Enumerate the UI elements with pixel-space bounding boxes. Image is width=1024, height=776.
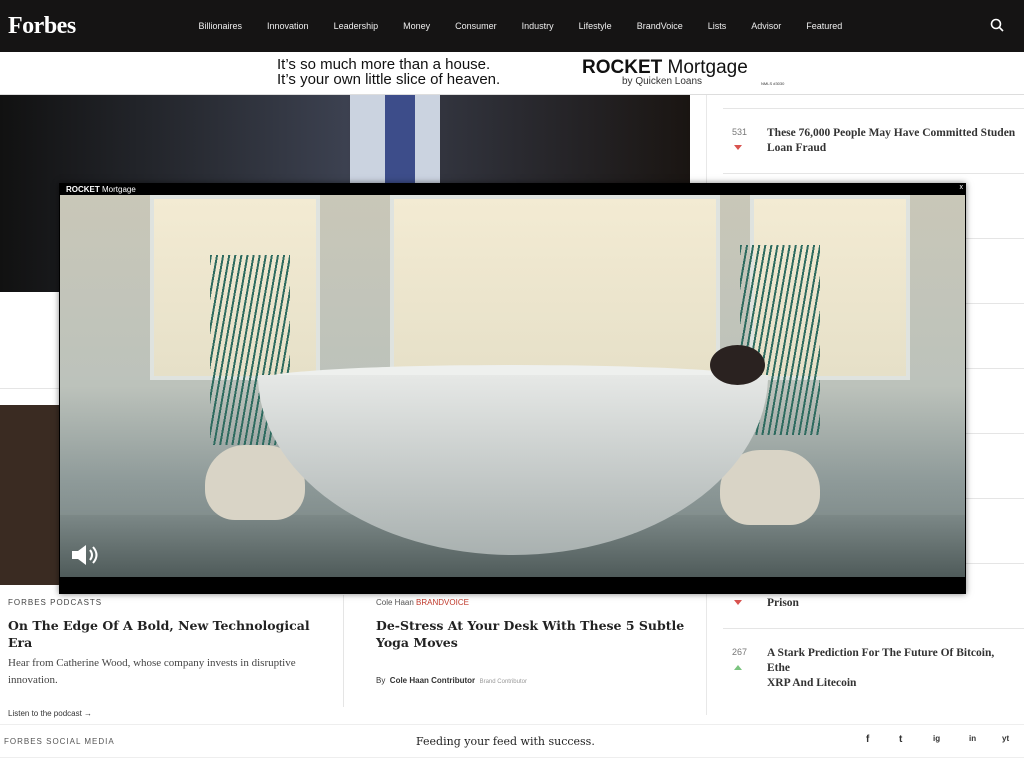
nav-link-lists[interactable]: Lists (695, 21, 739, 31)
author-role: Brand Contributor (479, 679, 527, 685)
card-title[interactable]: De-Stress At Your Desk With These 5 Subt… (376, 617, 686, 651)
card-title[interactable]: On The Edge Of A Bold, New Technological… (8, 617, 328, 651)
ad-banner[interactable]: It’s so much more than a house. It’s your… (0, 52, 1024, 95)
footer-kicker: FORBES SOCIAL MEDIA (4, 737, 115, 746)
video-ad-overlay[interactable]: ROCKET Mortgage x (59, 183, 966, 594)
nav-link-featured[interactable]: Featured (794, 21, 855, 31)
footer-social: FORBES SOCIAL MEDIA Feeding your feed wi… (0, 724, 1024, 758)
footer-tagline: Feeding your feed with success. (416, 735, 595, 748)
nav-links: Billionaires Innovation Leadership Money Con… (186, 21, 855, 31)
nav-link-billionaires[interactable]: Billionaires (186, 21, 255, 31)
instagram-icon[interactable]: ig (933, 734, 940, 743)
twitter-icon[interactable]: t (899, 734, 902, 745)
trending-item[interactable]: 267 A Stark Prediction For The Future Of … (723, 628, 1024, 693)
card-kicker: FORBES PODCASTS (8, 598, 103, 607)
card-podcast[interactable]: FORBES PODCASTS On The Edge Of A Bold, N… (8, 598, 328, 718)
ad-line-2: It’s your own little slice of heaven. (277, 71, 501, 88)
forbes-logo[interactable]: Forbes (8, 13, 186, 40)
ad-line-1: It’s so much more than a house. (277, 56, 491, 73)
close-icon[interactable]: x (960, 184, 964, 191)
listen-podcast-link[interactable]: Listen to the podcast → (8, 709, 328, 718)
top-nav: Forbes Billionaires Innovation Leadership M… (0, 0, 1024, 52)
video-brand-logo: ROCKET Mortgage (66, 185, 136, 194)
nav-link-lifestyle[interactable]: Lifestyle (566, 21, 624, 31)
youtube-icon[interactable]: yt (1002, 734, 1009, 743)
linkedin-icon[interactable]: in (969, 734, 976, 743)
article-image[interactable] (0, 405, 60, 585)
trend-down-icon (734, 145, 742, 150)
trending-title[interactable]: A Stark Prediction For The Future Of Bit… (767, 646, 1019, 691)
nav-link-innovation[interactable]: Innovation (255, 21, 322, 31)
nav-link-leadership[interactable]: Leadership (321, 21, 391, 31)
view-count: 267 (732, 647, 748, 657)
brandvoice-label: BRANDVOICE (416, 598, 469, 607)
nav-link-brandvoice[interactable]: BrandVoice (624, 21, 695, 31)
trend-up-icon (734, 665, 742, 670)
search-icon[interactable] (990, 18, 1004, 32)
brand-name: Cole Haan (376, 598, 414, 607)
author-link[interactable]: Cole Haan Contributor (390, 676, 475, 685)
by-label: By (376, 676, 386, 685)
view-count: 531 (732, 127, 748, 137)
card-desc: Hear from Catherine Wood, whose company … (8, 657, 296, 686)
ad-nmls: NMLS #3030 (761, 81, 785, 86)
video-player[interactable] (60, 195, 965, 577)
trend-down-icon (734, 600, 742, 605)
divider (343, 595, 344, 707)
nav-link-money[interactable]: Money (391, 21, 443, 31)
trending-item[interactable]: 531 These 76,000 People May Have Committe… (723, 108, 1024, 173)
facebook-icon[interactable]: f (866, 734, 869, 745)
nav-link-consumer[interactable]: Consumer (443, 21, 510, 31)
trending-title[interactable]: These 76,000 People May Have Committed S… (767, 126, 1019, 156)
nav-link-advisor[interactable]: Advisor (739, 21, 794, 31)
volume-icon[interactable] (70, 543, 100, 567)
card-brandvoice[interactable]: Cole Haan BRANDVOICE De-Stress At Your D… (376, 598, 686, 685)
nav-link-industry[interactable]: Industry (509, 21, 566, 31)
ad-brand-sub: by Quicken Loans (622, 76, 703, 87)
